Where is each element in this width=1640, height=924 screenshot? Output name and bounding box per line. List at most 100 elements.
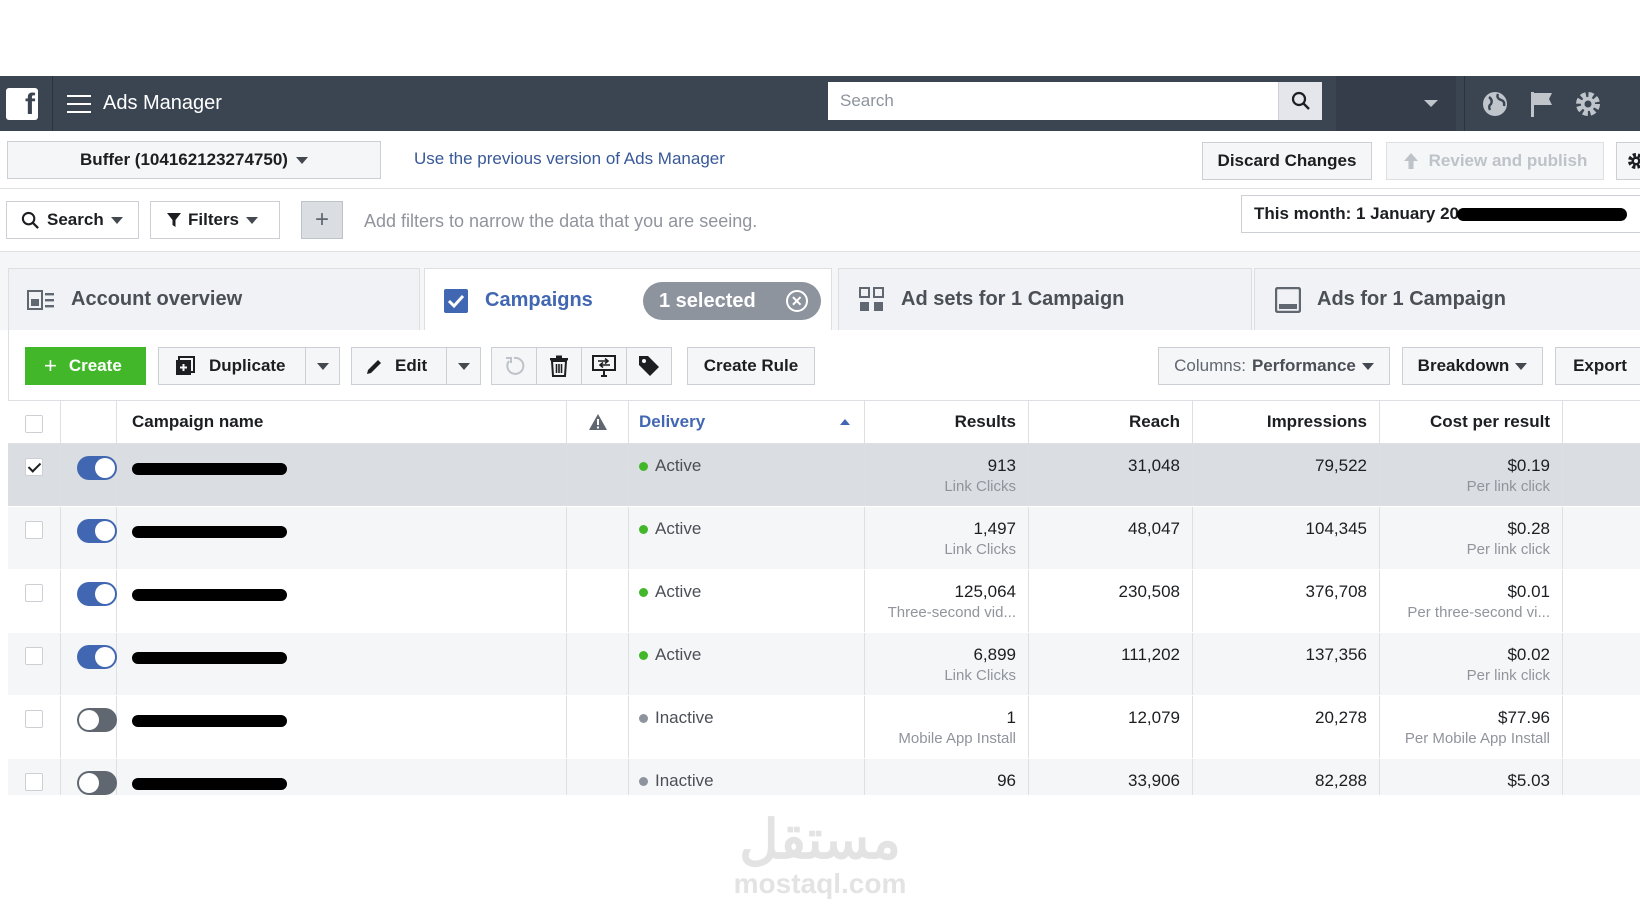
campaign-name-cell[interactable] [117,444,567,506]
campaign-on-off-toggle[interactable] [77,519,117,543]
tab-ads[interactable]: Ads for 1 Campaign [1254,268,1640,330]
results-cell: 125,064 Three-second vid... [865,570,1029,632]
export-button[interactable]: Export [1555,347,1640,385]
row-checkbox[interactable] [25,458,43,476]
delivery-status: Active [655,519,702,538]
undo-button[interactable] [491,347,537,385]
row-checkbox[interactable] [25,647,43,665]
global-search-input[interactable] [828,82,1278,120]
edit-dropdown[interactable] [446,348,480,384]
filter-search-button[interactable]: Search [6,201,139,239]
table-body: Active 913 Link Clicks 31,048 79,522 $0.19 Per… [8,444,1640,822]
settings-button[interactable] [1616,142,1640,180]
pencil-icon [367,359,381,374]
tab-account-overview[interactable]: Account overview [8,268,420,330]
results-type: Link Clicks [944,478,1016,495]
table-row[interactable]: Inactive 1 Mobile App Install 12,079 20,278 $… [8,696,1640,759]
duplicate-label: Duplicate [209,356,286,375]
tab-ads-label: Ads for 1 Campaign [1317,288,1506,310]
review-publish-button[interactable]: Review and publish [1386,142,1604,180]
ab-test-button[interactable] [581,347,627,385]
caret-down-icon [1515,362,1528,370]
columns-dropdown[interactable]: Columns: Performance [1158,347,1390,385]
redacted-campaign-name [132,589,287,601]
campaign-name-cell[interactable] [117,570,567,632]
results-value: 1,497 [973,519,1016,538]
row-checkbox[interactable] [25,521,43,539]
row-checkbox[interactable] [25,773,43,791]
cost-type: Per three-second vi... [1407,604,1550,621]
duplicate-dropdown[interactable] [305,348,339,384]
search-button[interactable] [1278,82,1322,120]
col-warnings[interactable] [567,401,629,443]
campaign-name-cell[interactable] [117,507,567,569]
filters-button[interactable]: Filters [150,201,280,239]
edit-button[interactable]: Edit [351,347,481,385]
globe-icon[interactable] [1480,89,1510,119]
add-filter-button[interactable]: + [301,201,343,239]
campaign-on-off-toggle[interactable] [77,645,117,669]
results-value: 913 [987,456,1016,475]
discard-changes-button[interactable]: Discard Changes [1202,142,1372,180]
flag-icon[interactable] [1526,89,1556,119]
col-impressions[interactable]: Impressions [1193,401,1380,443]
impressions-cell: 104,345 [1193,507,1380,569]
create-rule-button[interactable]: Create Rule [687,347,815,385]
row-checkbox[interactable] [25,584,43,602]
table-row[interactable]: Active 125,064 Three-second vid... 230,508 3… [8,570,1640,633]
date-range-picker[interactable]: This month: 1 January 20 [1241,195,1640,233]
menu-icon[interactable] [67,94,91,113]
select-all-checkbox[interactable] [25,415,43,433]
warning-cell [567,696,629,758]
delivery-status: Active [655,645,702,664]
more-cell [1563,570,1640,632]
selection-pill[interactable]: 1 selected ✕ [643,282,821,320]
impressions-cell: 79,522 [1193,444,1380,506]
col-results[interactable]: Results [865,401,1029,443]
col-cost-per-result[interactable]: Cost per result [1380,401,1563,443]
impressions-value: 137,356 [1305,645,1367,664]
delivery-cell: Active [629,633,865,695]
facebook-logo-icon[interactable]: f [6,87,38,120]
status-dot-icon [639,713,648,723]
row-checkbox[interactable] [25,710,43,728]
campaign-on-off-toggle[interactable] [77,582,117,606]
tab-campaigns[interactable]: Campaigns 1 selected ✕ [424,268,832,332]
reach-value: 111,202 [1121,645,1180,664]
table-row[interactable]: Active 1,497 Link Clicks 48,047 104,345 $0.28… [8,507,1640,570]
redacted-campaign-name [132,778,287,790]
row-toggle-cell [61,444,117,506]
account-switcher-dropdown[interactable] [1336,76,1456,131]
duplicate-button[interactable]: Duplicate [158,347,340,385]
col-reach[interactable]: Reach [1029,401,1193,443]
more-cell [1563,696,1640,758]
tab-ad-sets[interactable]: Ad sets for 1 Campaign [838,268,1252,330]
clear-selection-icon[interactable]: ✕ [785,290,808,312]
cost-type: Per link click [1466,541,1550,558]
delete-button[interactable] [536,347,582,385]
col-campaign-name[interactable]: Campaign name [117,401,567,443]
date-range-label: This month: 1 January 20 [1254,204,1459,223]
campaign-name-cell[interactable] [117,633,567,695]
ad-account-selector[interactable]: Buffer (104162123274750) [7,141,381,179]
campaign-name-cell[interactable] [117,696,567,758]
cost-value: $0.01 [1507,582,1550,601]
cost-type: Per link click [1466,478,1550,495]
grid-icon [859,286,884,311]
ad-account-name: Buffer (104162123274750) [80,150,288,169]
breakdown-dropdown[interactable]: Breakdown [1402,347,1543,385]
campaign-on-off-toggle[interactable] [77,708,117,732]
gear-icon[interactable] [1572,88,1604,120]
table-row[interactable]: Active 913 Link Clicks 31,048 79,522 $0.19 Per… [8,444,1640,507]
col-delivery[interactable]: Delivery [629,401,865,443]
upload-arrow-icon [1403,153,1418,169]
campaign-on-off-toggle[interactable] [77,771,117,795]
campaign-on-off-toggle[interactable] [77,456,117,480]
table-row[interactable]: Active 6,899 Link Clicks 111,202 137,356 $0.0… [8,633,1640,696]
previous-version-link[interactable]: Use the previous version of Ads Manager [414,149,725,169]
col-more [1563,401,1640,443]
create-button[interactable]: + Create [25,347,146,385]
reach-cell: 230,508 [1029,570,1193,632]
tag-button[interactable] [626,347,672,385]
filter-hint[interactable]: Add filters to narrow the data that you … [364,211,757,232]
